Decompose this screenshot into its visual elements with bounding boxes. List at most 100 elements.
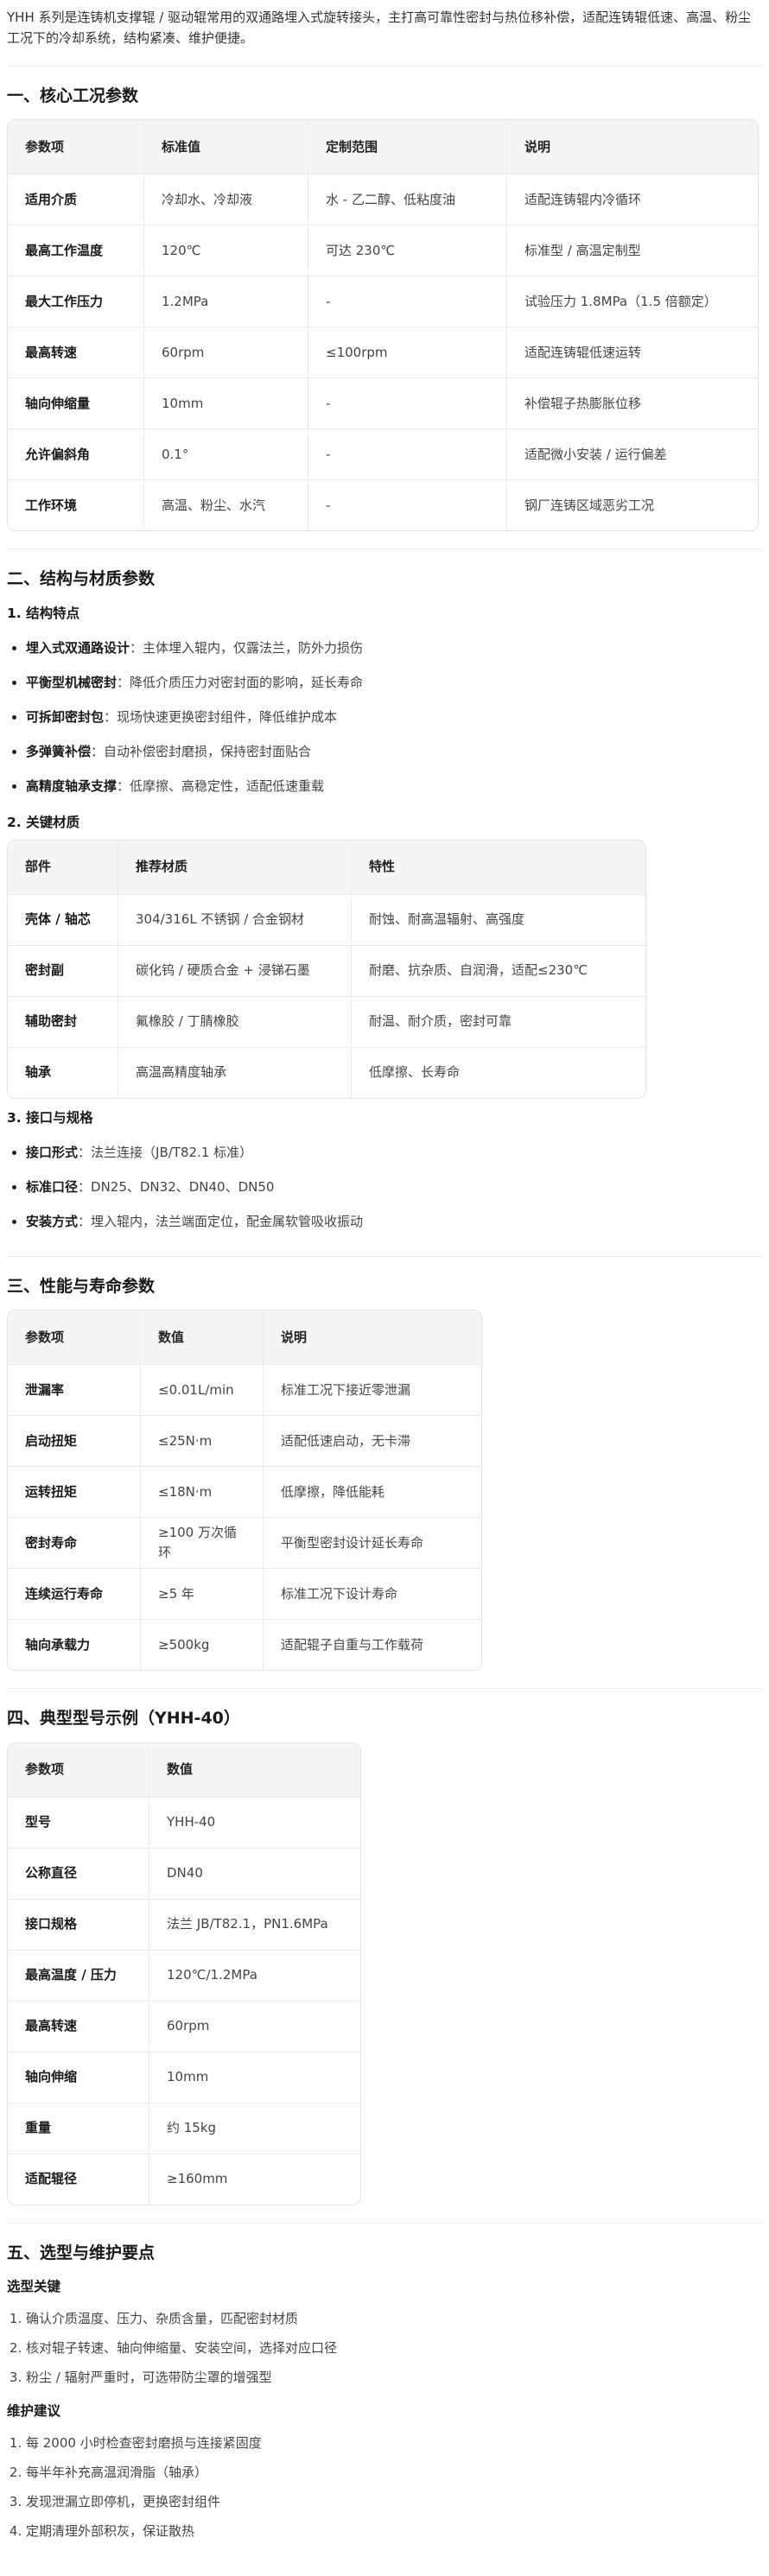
section-title-selection-maintenance: 五、选型与维护要点 — [7, 2243, 156, 2262]
table-cell: 耐蚀、耐高温辐射、高强度 — [352, 895, 645, 946]
table-cell: 轴向伸缩量 — [8, 378, 144, 430]
table-cell: 公称直径 — [8, 1848, 149, 1900]
list-item: 埋入式双通路设计：主体埋入辊内，仅露法兰，防外力损伤 — [26, 631, 762, 665]
table-cell: 钢厂连铸区域恶劣工况 — [524, 497, 655, 513]
table-header: 参数项 — [8, 1742, 149, 1798]
list-item: 发现泄漏立即停机，更换密封组件 — [26, 2487, 762, 2516]
table-cell: 可达 230℃ — [308, 225, 507, 277]
table-cell: 接口规格 — [8, 1899, 149, 1951]
item-key: 多弹簧补偿 — [26, 743, 92, 759]
table-row: 密封副 碳化钨 / 硬质合金 + 浸锑石墨 耐磨、抗杂质、自润滑，适配≤230℃ — [8, 945, 645, 997]
item-key: 平衡型机械密封 — [26, 674, 118, 690]
subheading-structure-features: 1. 结构特点 — [7, 605, 80, 621]
table-header: 数值 — [141, 1310, 264, 1366]
table-cell: ≤100rpm — [308, 327, 507, 379]
table-cell: - — [308, 276, 507, 328]
table-row: 最高转速 60rpm ≤100rpm 适配连铸辊低速运转 — [8, 327, 758, 379]
item-value: ：降低介质压力对密封面的影响，延长寿命 — [117, 674, 364, 690]
table-cell: 最高转速 — [8, 327, 144, 379]
table-cell: 允许偏斜角 — [8, 429, 144, 481]
table-header: 定制范围 — [308, 120, 507, 175]
table-row: 轴承 高温高精度轴承 低摩擦、长寿命 — [8, 1047, 645, 1098]
table-cell: 1.2MPa — [144, 276, 308, 328]
list-item: 粉尘 / 辐射严重时，可选带防尘罩的增强型 — [26, 2363, 762, 2392]
list-item: 核对辊子转速、轴向伸缩量、安装空间，选择对应口径 — [26, 2333, 762, 2363]
table-header: 部件 — [8, 840, 118, 895]
section-title-core-params: 一、核心工况参数 — [7, 86, 139, 105]
section-title-performance: 三、性能与寿命参数 — [7, 1276, 156, 1296]
table-cell: 高温、粉尘、水汽 — [144, 480, 308, 531]
item-value: ：现场快速更换密封组件，降低维护成本 — [104, 708, 338, 725]
list-item: 高精度轴承支撑：低摩擦、高稳定性，适配低速重载 — [26, 769, 762, 803]
item-value: ：自动补偿密封磨损，保持密封面贴合 — [91, 743, 312, 759]
table-header: 标准值 — [144, 120, 308, 175]
table-cell: 试验压力 1.8MPa（1.5 倍额定） — [507, 276, 758, 328]
table-row: 轴向伸缩 10mm — [8, 2052, 360, 2103]
table-row: 最高转速 60rpm — [8, 2001, 360, 2053]
item-key: 安装方式 — [26, 1213, 79, 1229]
table-cell: 适配连铸辊低速运转 — [507, 327, 758, 379]
table-cell: 轴承 — [8, 1047, 118, 1098]
divider — [7, 2222, 762, 2224]
table-header: 参数项 — [8, 120, 144, 175]
table-cell: ≥5 年 — [141, 1569, 264, 1621]
table-cell: 约 15kg — [149, 2103, 360, 2154]
list-item: 接口形式：法兰连接（JB/T82.1 标准） — [26, 1135, 762, 1170]
table-cell: ≤0.01L/min — [141, 1365, 264, 1417]
table-row: 重量约 15kg — [8, 2103, 360, 2154]
table-cell: - — [308, 378, 507, 430]
table-header: 说明 — [507, 120, 758, 175]
table-row: 允许偏斜角 0.1° - 适配微小安装 / 运行偏差 — [8, 429, 758, 481]
table-cell: 运转扭矩 — [8, 1467, 141, 1519]
list-item: 平衡型机械密封：降低介质压力对密封面的影响，延长寿命 — [26, 665, 762, 700]
table-cell: ≤18N·m — [141, 1467, 264, 1519]
performance-table: 参数项 数值 说明 泄漏率 ≤0.01L/min 标准工况下接近零泄漏 启动扭矩 ≤25… — [7, 1310, 482, 1672]
list-item: 定期清理外部积灰，保证散热 — [26, 2516, 762, 2546]
table-cell: ≤25N·m — [141, 1416, 264, 1468]
section-title-structure: 二、结构与材质参数 — [7, 569, 156, 589]
item-value: ：低摩擦、高稳定性，适配低速重载 — [117, 777, 325, 794]
table-cell: 60rpm — [144, 327, 308, 379]
table-cell: 平衡型密封设计延长寿命 — [264, 1518, 481, 1570]
item-value: ：主体埋入辊内，仅露法兰，防外力损伤 — [130, 639, 364, 656]
core-params-table: 参数项 标准值 定制范围 说明 适用介质 冷却水、冷却液水 - 乙二醇、低粘度油适… — [7, 119, 759, 532]
table-cell: 法兰 JB/T82.1，PN1.6MPa — [149, 1900, 360, 1951]
table-cell: 启动扭矩 — [8, 1416, 141, 1468]
item-value: ：法兰连接（JB/T82.1 标准） — [78, 1144, 253, 1160]
divider — [7, 66, 762, 67]
table-cell: 氟橡胶 / 丁腈橡胶 — [118, 996, 352, 1048]
table-cell: 适配微小安装 / 运行偏差 — [507, 429, 758, 481]
table-header: 数值 — [149, 1742, 360, 1798]
table-cell: 连续运行寿命 — [8, 1569, 141, 1621]
table-cell: 304/316L 不锈钢 / 合金钢材 — [118, 894, 352, 946]
table-cell: 泄漏率 — [8, 1365, 141, 1417]
table-cell: 耐温、耐介质，密封可靠 — [352, 997, 645, 1048]
table-cell: 最大工作压力 — [8, 276, 144, 328]
table-row: 适配辊径 ≥160mm — [8, 2154, 360, 2205]
item-key: 接口形式 — [26, 1144, 79, 1160]
table-cell: 耐磨、抗杂质、自润滑，适配≤230℃ — [352, 946, 645, 997]
table-header: 特性 — [352, 840, 645, 895]
item-key: 可拆卸密封包 — [26, 708, 105, 725]
table-cell: 重量 — [8, 2103, 149, 2154]
table-cell: 轴向承载力 — [8, 1620, 141, 1671]
table-row: 轴向伸缩量 10mm - 补偿辊子热膨胀位移 — [8, 378, 758, 430]
table-cell: 高温高精度轴承 — [118, 1047, 352, 1098]
list-item: 每 2000 小时检查密封磨损与连接紧固度 — [26, 2428, 762, 2458]
table-cell: 标准工况下接近零泄漏 — [264, 1365, 481, 1417]
table-header: 说明 — [264, 1310, 481, 1366]
table-header-row: 部件 推荐材质 特性 — [8, 840, 645, 895]
table-cell: 辅助密封 — [8, 996, 118, 1048]
table-header-row: 参数项 标准值 定制范围 说明 — [8, 120, 758, 175]
table-cell: 60rpm — [149, 2002, 360, 2053]
table-row: 泄漏率 ≤0.01L/min 标准工况下接近零泄漏 — [8, 1365, 481, 1417]
subheading-materials: 2. 关键材质 — [7, 814, 80, 830]
table-cell: 0.1° — [144, 429, 308, 481]
table-cell: 10mm — [149, 2053, 360, 2103]
table-cell: 最高工作温度 — [8, 225, 144, 277]
table-cell: DN40 — [149, 1849, 360, 1900]
table-cell: ≥160mm — [167, 2171, 228, 2187]
item-value: ：DN25、DN32、DN40、DN50 — [78, 1178, 275, 1195]
table-cell: 最高转速 — [8, 2001, 149, 2053]
table-header: 参数项 — [8, 1310, 141, 1366]
